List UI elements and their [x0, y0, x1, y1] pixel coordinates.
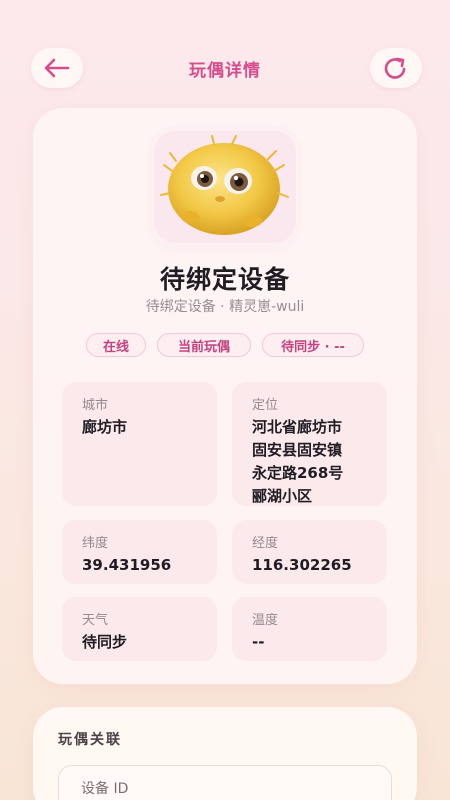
device-id-label: 设备 ID	[81, 781, 129, 797]
temperature-value: --	[252, 633, 265, 651]
latitude-value: 39.431956	[82, 556, 172, 574]
location-line: 固安县固安镇	[252, 441, 343, 459]
refresh-button[interactable]	[370, 48, 422, 88]
info-card-longitude: 经度 116.302265	[232, 520, 387, 584]
city-label: 城市	[82, 398, 109, 413]
info-card-location: 定位 河北省廊坊市 固安县固安镇 永定路268号 郦湖小区	[232, 382, 387, 506]
longitude-value: 116.302265	[252, 556, 352, 574]
city-value: 廊坊市	[82, 418, 128, 436]
status-badge-current-toy: 当前玩偶	[157, 333, 251, 357]
device-avatar	[154, 131, 296, 243]
refresh-icon	[384, 57, 406, 79]
location-line: 永定路268号	[252, 464, 344, 482]
location-line: 河北省廊坊市	[252, 418, 343, 436]
status-badge-sync: 待同步 · --	[262, 333, 364, 357]
info-card-temperature: 温度 --	[232, 597, 387, 661]
weather-value: 待同步	[82, 633, 128, 651]
info-card-weather: 天气 待同步	[62, 597, 217, 661]
location-label: 定位	[252, 398, 279, 413]
info-card-city: 城市 廊坊市	[62, 382, 217, 506]
status-badge-online: 在线	[86, 333, 146, 357]
longitude-label: 经度	[252, 536, 279, 551]
location-line: 郦湖小区	[252, 487, 313, 505]
info-card-latitude: 纬度 39.431956	[62, 520, 217, 584]
temperature-label: 温度	[252, 613, 279, 628]
device-name: 待绑定设备	[159, 265, 290, 294]
latitude-label: 纬度	[82, 536, 109, 551]
device-subtitle: 待绑定设备 · 精灵崽-wuli	[145, 299, 305, 315]
location-value: 河北省廊坊市 固安县固安镇 永定路268号 郦湖小区	[252, 416, 343, 508]
device-id-field[interactable]: 设备 ID	[58, 765, 392, 800]
fluffy-toy-avatar	[154, 131, 296, 243]
section-title-association: 玩偶关联	[58, 732, 122, 748]
weather-label: 天气	[82, 613, 109, 628]
